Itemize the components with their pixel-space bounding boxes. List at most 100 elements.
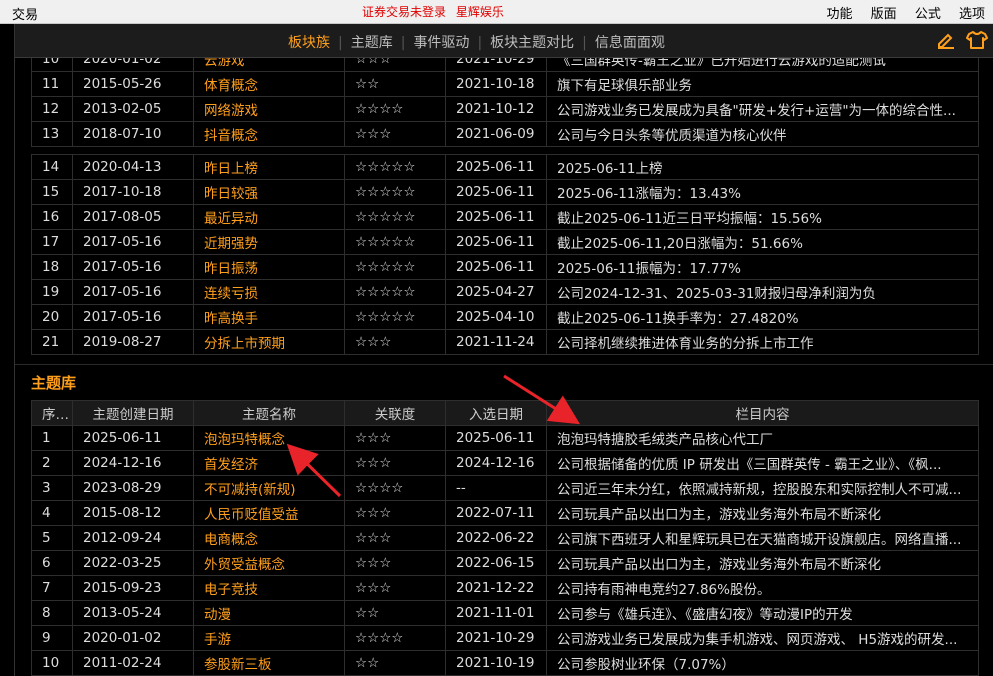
row-create-date: 2018-07-10 (72, 121, 194, 147)
tab-separator: | (338, 35, 343, 51)
row-relevance: ☆☆☆ (344, 575, 446, 601)
row-theme-name[interactable]: 昨日振荡 (193, 254, 345, 280)
row-relevance: ☆☆☆☆ (344, 96, 446, 122)
tab-bar: 板块族 | 主题库 | 事件驱动 | 板块主题对比 | 信息面面观 (15, 24, 993, 58)
row-relevance: ☆☆☆ (344, 550, 446, 576)
row-content: 公司游戏业务已发展成为具备"研发+发行+运营"为一体的综合性... (546, 96, 979, 122)
row-theme-name[interactable]: 最近异动 (193, 204, 345, 230)
menu-layout[interactable]: 版面 (871, 7, 897, 22)
row-selected-date: 2025-04-27 (445, 279, 547, 305)
row-theme-name[interactable]: 抖音概念 (193, 121, 345, 147)
col-header-relevance[interactable]: 关联度 (344, 400, 446, 426)
col-header-date[interactable]: 主题创建日期 (72, 400, 194, 426)
table-row[interactable]: 7 2015-09-23 电子竞技 ☆☆☆ 2021-12-22 公司持有雨神电竞约27.… (31, 575, 979, 601)
shirt-icon[interactable] (966, 31, 988, 49)
col-header-no[interactable]: 序号 (31, 400, 73, 426)
table-row[interactable]: 8 2013-05-24 动漫 ☆☆ 2021-11-01 公司参与《雄兵连》、《盛唐幻夜… (31, 600, 979, 626)
row-theme-name[interactable]: 参股新三板 (193, 650, 345, 676)
row-content: 泡泡玛特搪胶毛绒类产品核心代工厂 (546, 425, 979, 451)
row-selected-date: 2025-06-11 (445, 154, 547, 180)
tab-0[interactable]: 板块族 (280, 35, 338, 51)
row-no: 21 (31, 329, 73, 355)
sector-table-mid: 14 2020-04-13 昨日上榜 ☆☆☆☆☆ 2025-06-11 2025-06-1… (31, 154, 979, 355)
row-no: 13 (31, 121, 73, 147)
row-content: 公司参与《雄兵连》、《盛唐幻夜》等动漫IP的开发 (546, 600, 979, 626)
row-no: 11 (31, 71, 73, 97)
row-theme-name[interactable]: 电子竞技 (193, 575, 345, 601)
menu-function[interactable]: 功能 (827, 7, 853, 22)
row-content: 公司旗下西班牙人和星辉玩具已在天猫商城开设旗舰店。网络直播... (546, 525, 979, 551)
table-row[interactable]: 14 2020-04-13 昨日上榜 ☆☆☆☆☆ 2025-06-11 2025-06-1… (31, 154, 979, 180)
tab-2[interactable]: 事件驱动 (405, 35, 477, 51)
row-theme-name[interactable]: 电商概念 (193, 525, 345, 551)
row-theme-name[interactable]: 人民币贬值受益 (193, 500, 345, 526)
tab-3[interactable]: 板块主题对比 (482, 35, 582, 51)
tab-list: 板块族 | 主题库 | 事件驱动 | 板块主题对比 | 信息面面观 (280, 32, 673, 52)
tab-1[interactable]: 主题库 (343, 35, 401, 51)
row-content: 公司玩具产品以出口为主，游戏业务海外布局不断深化 (546, 550, 979, 576)
table-row[interactable]: 2 2024-12-16 首发经济 ☆☆☆ 2024-12-16 公司根据储备的优质 IP… (31, 450, 979, 476)
col-header-name[interactable]: 主题名称 (193, 400, 345, 426)
row-theme-name[interactable]: 昨日较强 (193, 179, 345, 205)
row-theme-name[interactable]: 外贸受益概念 (193, 550, 345, 576)
row-no: 7 (31, 575, 73, 601)
row-theme-name[interactable]: 昨日上榜 (193, 154, 345, 180)
edit-icon[interactable] (936, 31, 956, 49)
table-row[interactable]: 6 2022-03-25 外贸受益概念 ☆☆☆ 2022-06-15 公司玩具产品以出口为… (31, 550, 979, 576)
table-row[interactable]: 12 2013-02-05 网络游戏 ☆☆☆☆ 2021-10-12 公司游戏业务已发展成… (31, 96, 979, 122)
row-selected-date: 2025-06-11 (445, 425, 547, 451)
table-row[interactable]: 18 2017-05-16 昨日振荡 ☆☆☆☆☆ 2025-06-11 2025-06-1… (31, 254, 979, 280)
row-content: 2025-06-11涨幅为：13.43% (546, 179, 979, 205)
row-theme-name[interactable]: 网络游戏 (193, 96, 345, 122)
menu-trade[interactable]: 交易 (12, 4, 38, 23)
table-row[interactable]: 15 2017-10-18 昨日较强 ☆☆☆☆☆ 2025-06-11 2025-06-1… (31, 179, 979, 205)
menu-options[interactable]: 选项 (959, 7, 985, 22)
table-row[interactable]: 4 2015-08-12 人民币贬值受益 ☆☆☆ 2022-07-11 公司玩具产品以出口… (31, 500, 979, 526)
col-header-content[interactable]: 栏目内容 (546, 400, 979, 426)
table-row[interactable]: 11 2015-05-26 体育概念 ☆☆ 2021-10-18 旗下有足球俱乐部业务 (31, 71, 979, 97)
section-title-theme: 主题库 (31, 374, 77, 392)
row-theme-name[interactable]: 近期强势 (193, 229, 345, 255)
row-theme-name[interactable]: 不可减持(新规) (193, 475, 345, 501)
login-status[interactable]: 证券交易未登录 (362, 5, 446, 19)
row-theme-name[interactable]: 体育概念 (193, 71, 345, 97)
row-theme-name[interactable]: 首发经济 (193, 450, 345, 476)
row-relevance: ☆☆ (344, 650, 446, 676)
col-header-selected[interactable]: 入选日期 (445, 400, 547, 426)
row-create-date: 2015-09-23 (72, 575, 194, 601)
row-selected-date: 2021-10-18 (445, 71, 547, 97)
table-row[interactable]: 1 2025-06-11 泡泡玛特概念 ☆☆☆ 2025-06-11 泡泡玛特搪胶毛绒类产… (31, 425, 979, 451)
table-row[interactable]: 17 2017-05-16 近期强势 ☆☆☆☆☆ 2025-06-11 截止2025-06… (31, 229, 979, 255)
menu-formula[interactable]: 公式 (915, 7, 941, 22)
table-row[interactable]: 10 2011-02-24 参股新三板 ☆☆ 2021-10-19 公司参股树业环保（7.… (31, 650, 979, 676)
table-row[interactable]: 13 2018-07-10 抖音概念 ☆☆☆ 2021-06-09 公司与今日头条等优质渠… (31, 121, 979, 147)
row-content: 截止2025-06-11近三日平均振幅：15.56% (546, 204, 979, 230)
row-theme-name[interactable]: 昨高换手 (193, 304, 345, 330)
table-row[interactable]: 16 2017-08-05 最近异动 ☆☆☆☆☆ 2025-06-11 截止2025-06… (31, 204, 979, 230)
row-selected-date: 2021-11-01 (445, 600, 547, 626)
row-no: 4 (31, 500, 73, 526)
row-relevance: ☆☆☆☆☆ (344, 279, 446, 305)
row-theme-name[interactable]: 手游 (193, 625, 345, 651)
table-row[interactable]: 20 2017-05-16 昨高换手 ☆☆☆☆☆ 2025-04-10 截止2025-06… (31, 304, 979, 330)
row-theme-name[interactable]: 分拆上市预期 (193, 329, 345, 355)
row-selected-date: 2025-04-10 (445, 304, 547, 330)
table-row[interactable]: 3 2023-08-29 不可减持(新规) ☆☆☆☆ -- 公司近三年未分红，依照减持新规… (31, 475, 979, 501)
row-selected-date: 2021-10-19 (445, 650, 547, 676)
row-selected-date: 2025-06-11 (445, 204, 547, 230)
row-relevance: ☆☆ (344, 71, 446, 97)
row-selected-date: 2025-06-11 (445, 229, 547, 255)
table-row[interactable]: 19 2017-05-16 连续亏损 ☆☆☆☆☆ 2025-04-27 公司2024-12… (31, 279, 979, 305)
row-create-date: 2015-08-12 (72, 500, 194, 526)
row-theme-name[interactable]: 连续亏损 (193, 279, 345, 305)
table-row[interactable]: 5 2012-09-24 电商概念 ☆☆☆ 2022-06-22 公司旗下西班牙人和星辉玩… (31, 525, 979, 551)
table-row[interactable]: 21 2019-08-27 分拆上市预期 ☆☆☆ 2021-11-24 公司择机继续推进体… (31, 329, 979, 355)
menu-bar: 交易 证券交易未登录 星辉娱乐 功能 版面 公式 选项 (0, 0, 993, 24)
tab-4[interactable]: 信息面面观 (587, 35, 673, 51)
row-theme-name[interactable]: 泡泡玛特概念 (193, 425, 345, 451)
row-create-date: 2012-09-24 (72, 525, 194, 551)
table-row[interactable]: 9 2020-01-02 手游 ☆☆☆☆ 2021-10-29 公司游戏业务已发展成为集手… (31, 625, 979, 651)
row-no: 17 (31, 229, 73, 255)
row-theme-name[interactable]: 动漫 (193, 600, 345, 626)
row-relevance: ☆☆ (344, 600, 446, 626)
